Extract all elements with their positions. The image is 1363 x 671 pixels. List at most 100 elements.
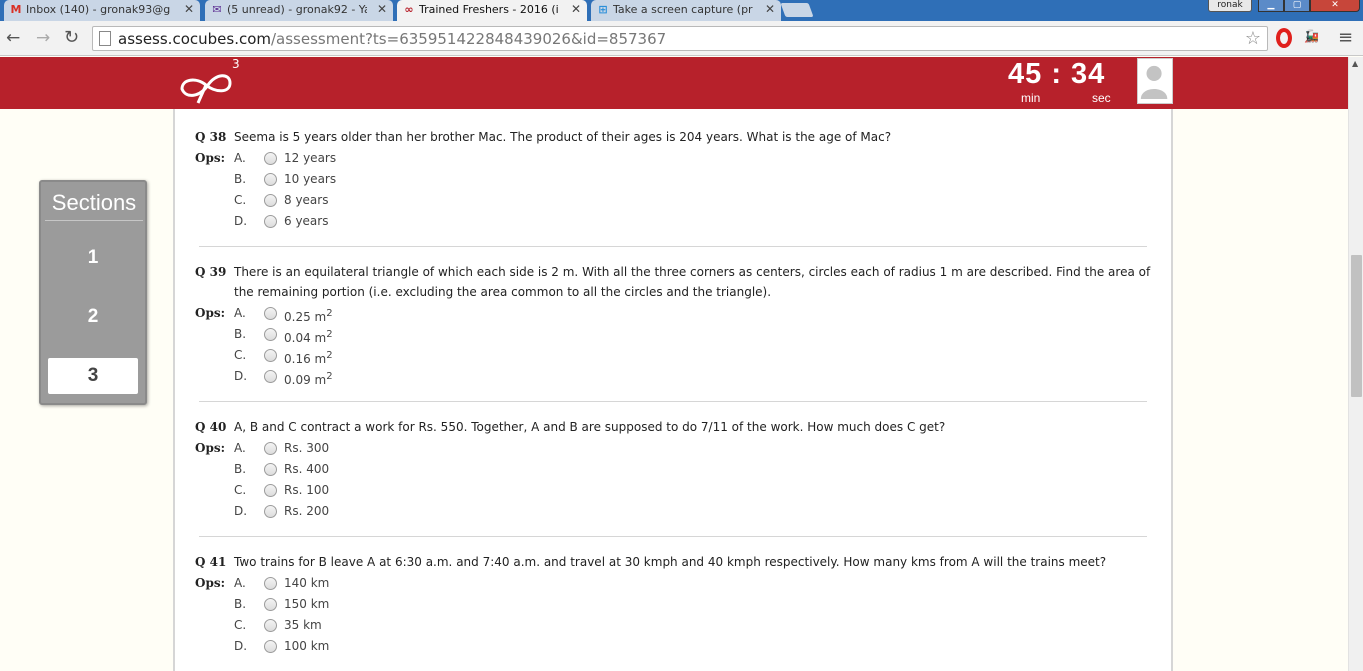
question-40: Q 40 A, B and C contract a work for Rs. … (195, 417, 1155, 522)
option-d[interactable]: D. 100 km (195, 636, 1155, 657)
option-radio[interactable] (264, 215, 277, 228)
option-text: 150 km (284, 597, 330, 611)
browser-menu-icon[interactable]: ≡ (1338, 27, 1353, 48)
countdown-timer: 45 : 34 min sec (1008, 58, 1126, 105)
option-radio[interactable] (264, 619, 277, 632)
question-divider (199, 536, 1147, 537)
window-close-button[interactable]: ✕ (1310, 0, 1360, 12)
option-letter: C. (234, 348, 247, 362)
option-value: 0.16 m (284, 352, 327, 366)
option-radio[interactable] (264, 484, 277, 497)
option-a[interactable]: A. 12 years (195, 148, 1155, 169)
option-radio[interactable] (264, 640, 277, 653)
reload-icon[interactable]: ↻ (64, 28, 79, 48)
option-letter: D. (234, 639, 248, 653)
avatar[interactable] (1137, 58, 1173, 104)
new-tab-button[interactable] (780, 3, 814, 17)
section-item-3[interactable]: 3 (48, 358, 138, 394)
window-minimize-button[interactable]: ▁ (1258, 0, 1284, 12)
option-text: Rs. 100 (284, 483, 330, 497)
option-letter: C. (234, 193, 247, 207)
option-b[interactable]: B. 150 km (195, 594, 1155, 615)
option-text: 12 years (284, 151, 337, 165)
option-text: 6 years (284, 214, 329, 228)
scrollbar-thumb[interactable] (1351, 255, 1362, 397)
forward-arrow-icon[interactable]: → (36, 28, 50, 48)
option-b[interactable]: B. Rs. 400 (195, 459, 1155, 480)
option-d[interactable]: D. Rs. 200 (195, 501, 1155, 522)
option-a[interactable]: A. 0.25 m2 (195, 303, 1155, 324)
option-radio[interactable] (264, 194, 277, 207)
question-39: Q 39 There is an equilateral triangle of… (195, 262, 1155, 387)
question-number: Q 40 (195, 420, 227, 434)
profile-button[interactable]: ronak (1208, 0, 1252, 12)
option-radio[interactable] (264, 505, 277, 518)
section-item-1[interactable]: 1 (48, 240, 138, 276)
bookmark-star-icon[interactable]: ☆ (1245, 28, 1261, 49)
option-radio[interactable] (264, 173, 277, 186)
scroll-up-arrow-icon[interactable]: ▲ (1352, 59, 1358, 68)
option-a[interactable]: A. Rs. 300 (195, 438, 1155, 459)
windows-icon: ⊞ (598, 3, 608, 16)
option-c[interactable]: C. 8 years (195, 190, 1155, 211)
option-a[interactable]: A. 140 km (195, 573, 1155, 594)
option-exponent: 2 (326, 350, 333, 361)
option-letter: B. (234, 172, 247, 186)
address-bar[interactable]: assess.cocubes.com/assessment?ts=6359514… (92, 26, 1268, 51)
page-header: 3 45 : 34 min sec (0, 57, 1348, 109)
option-letter: C. (234, 483, 247, 497)
option-exponent: 2 (326, 371, 333, 382)
option-letter: A. (234, 306, 246, 320)
option-radio[interactable] (264, 307, 277, 320)
option-letter: D. (234, 214, 248, 228)
yahoo-mail-icon: ✉ (212, 3, 222, 16)
option-d[interactable]: D. 6 years (195, 211, 1155, 232)
tab-close-icon[interactable]: ✕ (377, 2, 387, 16)
browser-tab-cocubes[interactable]: ∞ Trained Freshers - 2016 (i ✕ (397, 0, 587, 21)
option-c[interactable]: C. 35 km (195, 615, 1155, 636)
gmail-icon: M (10, 3, 22, 16)
option-radio[interactable] (264, 152, 277, 165)
option-b[interactable]: B. 0.04 m2 (195, 324, 1155, 345)
browser-tab-windows[interactable]: ⊞ Take a screen capture (pri ✕ (591, 0, 781, 21)
browser-tab-gmail[interactable]: M Inbox (140) - gronak93@g ✕ (4, 0, 200, 21)
back-arrow-icon[interactable]: ← (6, 28, 20, 48)
cocubes-icon: ∞ (404, 3, 414, 16)
option-radio[interactable] (264, 442, 277, 455)
url-text[interactable]: assess.cocubes.com/assessment?ts=6359514… (118, 30, 666, 48)
sections-title: Sections (45, 190, 143, 221)
train-extension-icon[interactable]: 🚂 (1304, 29, 1319, 43)
tab-close-icon[interactable]: ✕ (184, 2, 194, 16)
option-b[interactable]: B. 10 years (195, 169, 1155, 190)
tab-close-icon[interactable]: ✕ (765, 2, 775, 16)
question-text: Two trains for B leave A at 6:30 a.m. an… (234, 555, 1107, 569)
logo-superscript: 3 (232, 57, 240, 71)
option-text: 100 km (284, 639, 330, 653)
option-letter: A. (234, 441, 246, 455)
option-radio[interactable] (264, 598, 277, 611)
window-maximize-button[interactable]: ▢ (1284, 0, 1310, 12)
option-radio[interactable] (264, 577, 277, 590)
option-c[interactable]: C. 0.16 m2 (195, 345, 1155, 366)
option-exponent: 2 (326, 308, 333, 319)
option-letter: D. (234, 369, 248, 383)
timer-min-label: min (1021, 91, 1041, 105)
opera-extension-icon[interactable] (1276, 28, 1292, 48)
page-icon (99, 31, 111, 46)
question-number: Q 38 (195, 130, 227, 144)
option-d[interactable]: D. 0.09 m2 (195, 366, 1155, 387)
option-radio[interactable] (264, 349, 277, 362)
option-radio[interactable] (264, 328, 277, 341)
option-radio[interactable] (264, 463, 277, 476)
tab-close-icon[interactable]: ✕ (571, 2, 581, 16)
option-c[interactable]: C. Rs. 100 (195, 480, 1155, 501)
section-item-2[interactable]: 2 (48, 299, 138, 335)
browser-tab-yahoo[interactable]: ✉ (5 unread) - gronak92 - Ya ✕ (205, 0, 393, 21)
sections-panel: Sections 1 2 3 (39, 180, 147, 405)
option-radio[interactable] (264, 370, 277, 383)
timer-value: 45 : 34 (1008, 58, 1106, 90)
page-scrollbar[interactable]: ▲ (1348, 57, 1363, 671)
option-letter: C. (234, 618, 247, 632)
option-text: 10 years (284, 172, 337, 186)
browser-toolbar: ← → ↻ assess.cocubes.com/assessment?ts=6… (0, 21, 1363, 56)
